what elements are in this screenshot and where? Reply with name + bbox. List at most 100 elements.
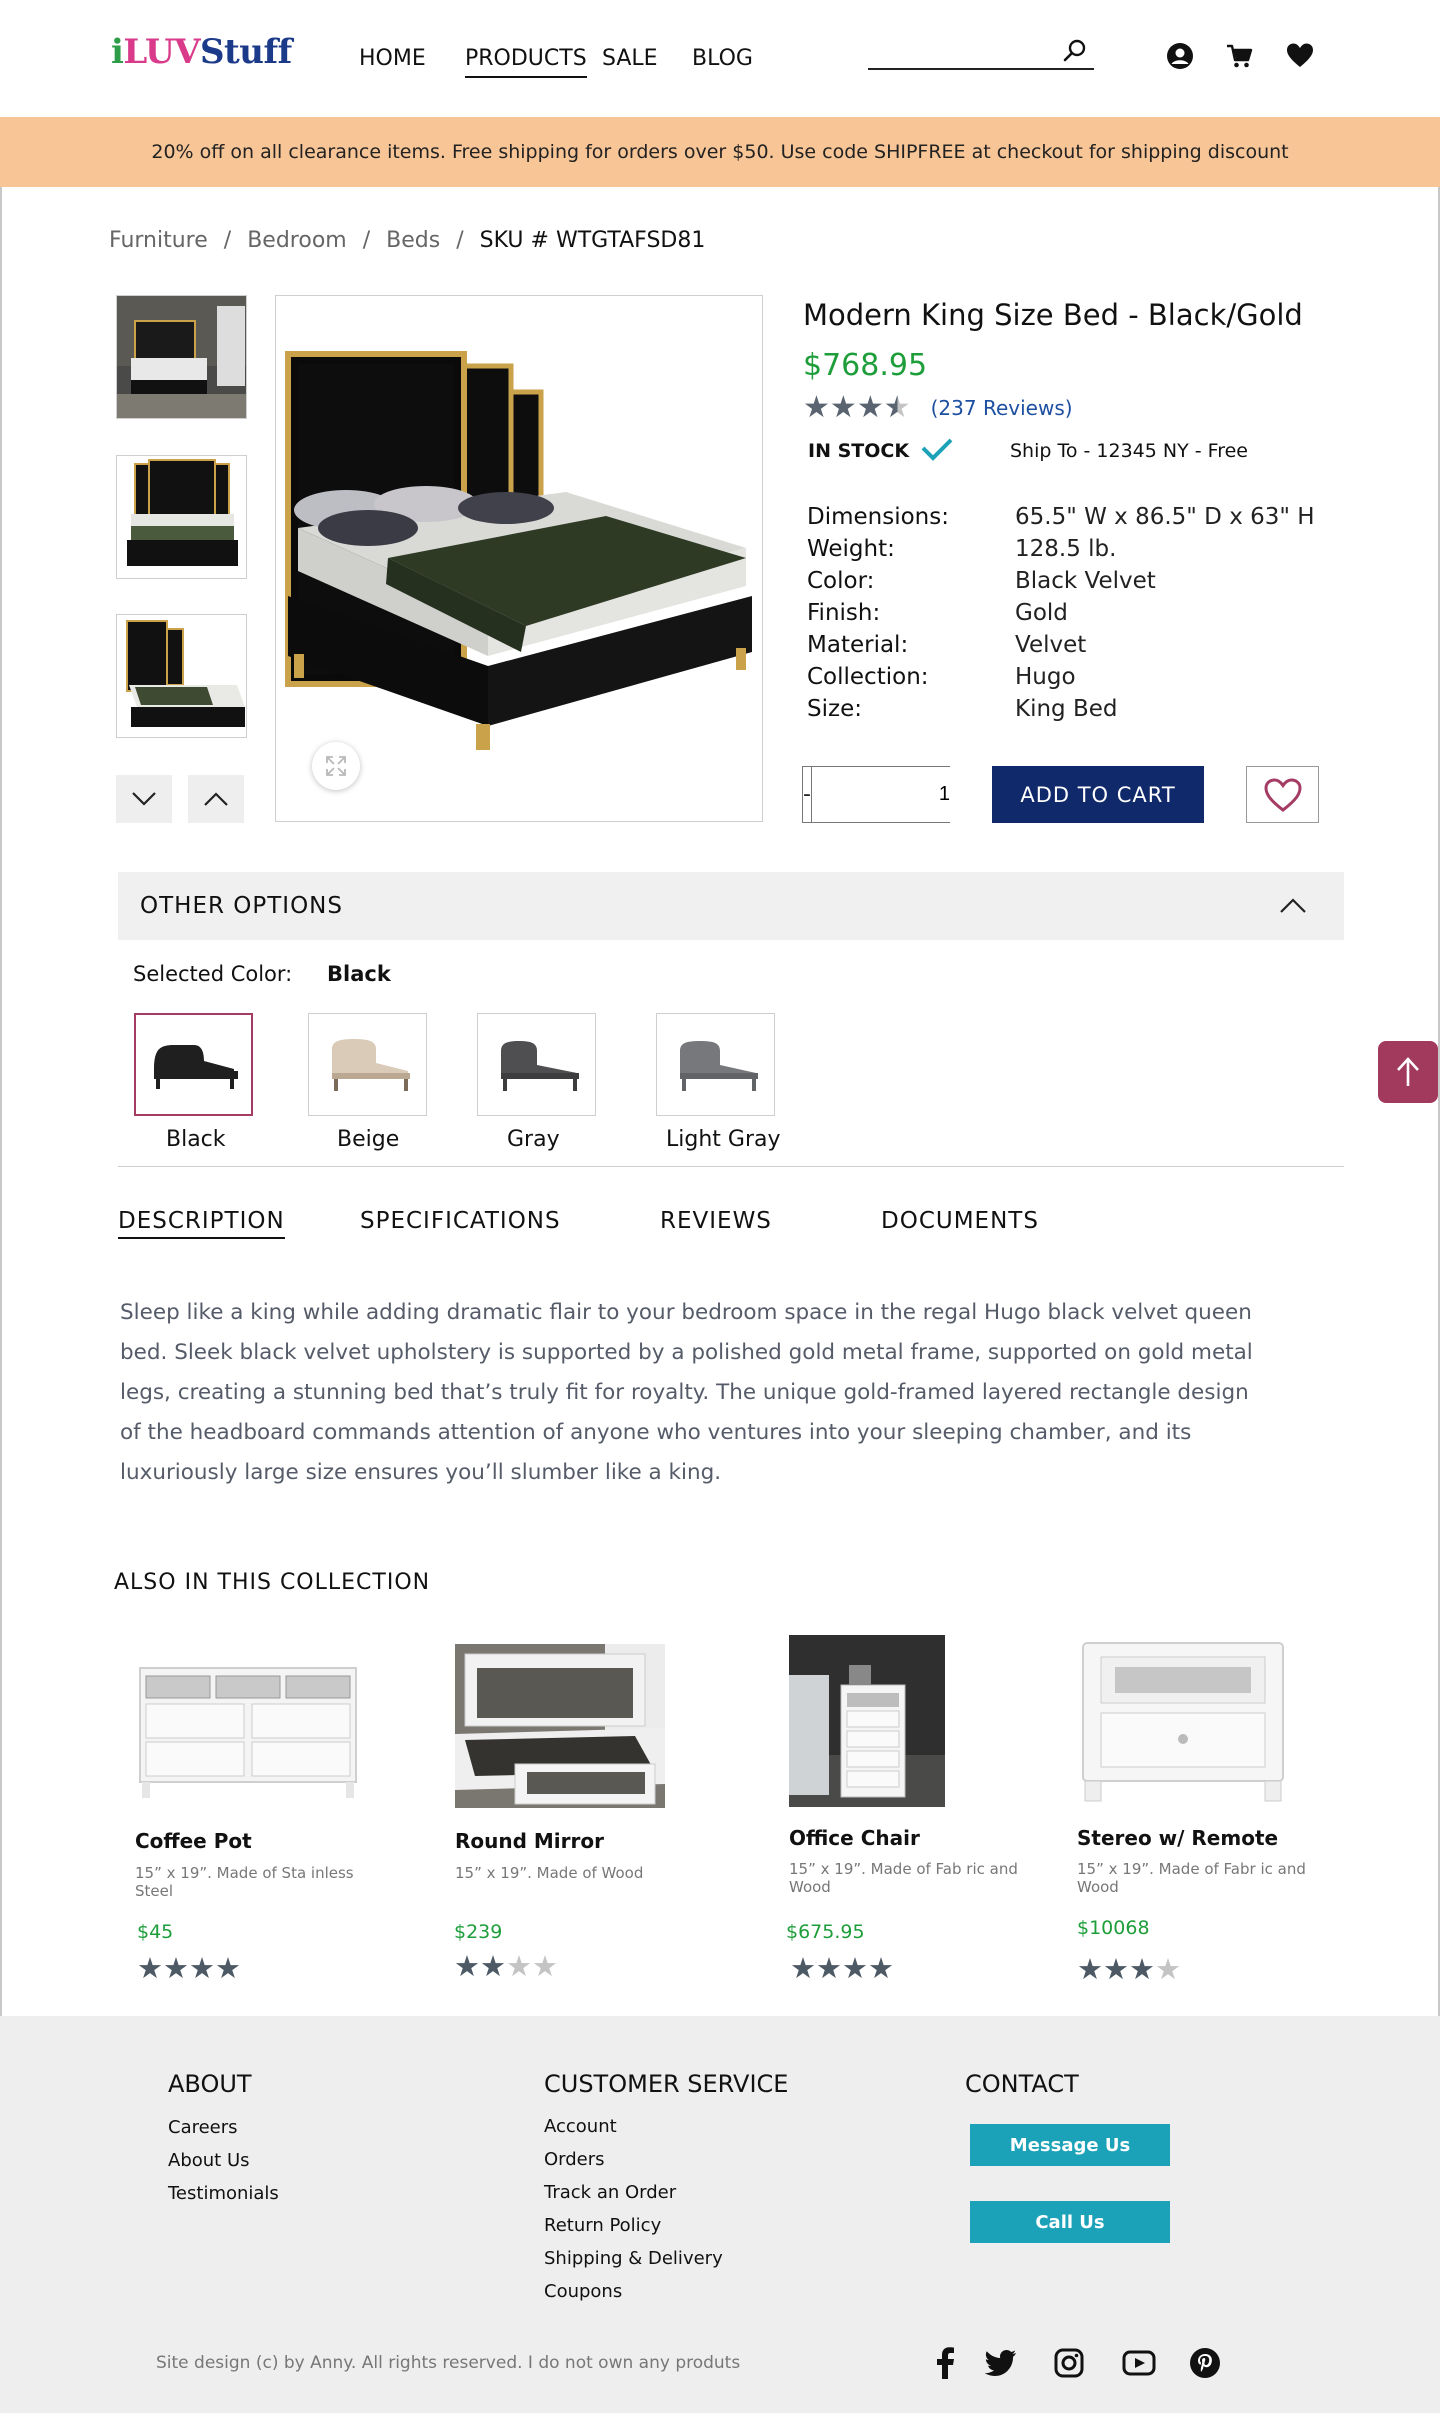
breadcrumb: Furniture / Bedroom / Beds / SKU # WTGTAFSD81 bbox=[109, 228, 705, 253]
tab-specifications[interactable]: SPECIFICATIONS bbox=[360, 1208, 561, 1234]
search-icon[interactable] bbox=[1062, 38, 1088, 64]
bed-room-scene-image bbox=[117, 296, 246, 418]
bed-light-gray-thumbnail bbox=[679, 1040, 758, 1091]
other-options-title: OTHER OPTIONS bbox=[140, 893, 343, 919]
breadcrumb-sku: SKU # WTGTAFSD81 bbox=[479, 228, 706, 253]
account-icon[interactable] bbox=[1166, 42, 1194, 70]
breadcrumb-bedroom[interactable]: Bedroom bbox=[247, 228, 347, 253]
thumbnail-1[interactable] bbox=[116, 295, 247, 419]
collection-item-name[interactable]: Coffee Pot bbox=[135, 1829, 252, 1853]
footer-link-coupons[interactable]: Coupons bbox=[544, 2281, 622, 2302]
logo-part-luv: LUV bbox=[123, 32, 200, 72]
spec-label-weight: Weight: bbox=[807, 536, 895, 562]
nav-sale[interactable]: SALE bbox=[602, 46, 658, 71]
twitter-icon[interactable] bbox=[983, 2345, 1019, 2381]
coffee-pot-image[interactable] bbox=[132, 1640, 364, 1810]
footer-link-orders[interactable]: Orders bbox=[544, 2149, 605, 2170]
footer-link-careers[interactable]: Careers bbox=[168, 2117, 238, 2138]
quantity-decrease-button[interactable]: - bbox=[803, 767, 812, 822]
star-empty-icon: ★ bbox=[506, 1949, 532, 1983]
star-icon: ★ bbox=[189, 1951, 215, 1985]
bed-gray-thumbnail bbox=[500, 1040, 579, 1091]
breadcrumb-beds[interactable]: Beds bbox=[386, 228, 440, 253]
facebook-icon[interactable] bbox=[927, 2345, 963, 2381]
nav-home[interactable]: HOME bbox=[359, 46, 426, 71]
color-swatch-gray[interactable] bbox=[477, 1013, 596, 1116]
footer-link-about-us[interactable]: About Us bbox=[168, 2150, 250, 2171]
scroll-to-top-button[interactable] bbox=[1378, 1041, 1438, 1103]
star-icon: ★ bbox=[480, 1949, 506, 1983]
star-icon: ★ bbox=[803, 390, 830, 425]
message-us-button[interactable]: Message Us bbox=[970, 2124, 1170, 2166]
spec-label-collection: Collection: bbox=[807, 664, 929, 690]
collection-item-rating: ★ ★ ★ ★ bbox=[137, 1954, 241, 1983]
footer-link-testimonials[interactable]: Testimonials bbox=[168, 2183, 279, 2204]
ship-to-info[interactable]: Ship To - 12345 NY - Free bbox=[1010, 440, 1248, 462]
site-logo[interactable]: iLUVStuff bbox=[111, 32, 292, 72]
thumbnail-scroll-down-button[interactable] bbox=[116, 775, 172, 823]
collection-item-rating: ★ ★ ★ ★ bbox=[454, 1952, 558, 1981]
office-chair-image[interactable] bbox=[789, 1635, 945, 1807]
color-swatch-light-gray[interactable] bbox=[656, 1013, 775, 1116]
swatch-label-black: Black bbox=[166, 1127, 226, 1152]
star-icon: ★ bbox=[163, 1951, 189, 1985]
logo-part-stuff: Stuff bbox=[200, 32, 292, 72]
other-options-accordion[interactable]: OTHER OPTIONS bbox=[118, 872, 1344, 940]
collection-item-name[interactable]: Stereo w/ Remote bbox=[1077, 1826, 1278, 1850]
copyright-text: Site design (c) by Anny. All rights rese… bbox=[156, 2353, 741, 2373]
add-to-cart-button[interactable]: ADD TO CART bbox=[992, 766, 1204, 823]
thumbnail-3[interactable] bbox=[116, 614, 247, 738]
star-icon: ★ bbox=[829, 390, 857, 425]
star-icon: ★ bbox=[816, 1951, 842, 1985]
breadcrumb-furniture[interactable]: Furniture bbox=[109, 228, 208, 253]
half-star-icon: ★ bbox=[883, 390, 911, 425]
search-input[interactable] bbox=[868, 36, 1058, 66]
tab-reviews[interactable]: REVIEWS bbox=[660, 1208, 772, 1234]
instagram-icon[interactable] bbox=[1051, 2345, 1087, 2381]
footer-link-return-policy[interactable]: Return Policy bbox=[544, 2215, 661, 2236]
white-bed-room-image bbox=[455, 1644, 665, 1808]
nav-products[interactable]: PRODUCTS bbox=[465, 46, 587, 78]
heart-outline-icon bbox=[1263, 777, 1302, 812]
tab-documents[interactable]: DOCUMENTS bbox=[881, 1208, 1039, 1234]
round-mirror-image[interactable] bbox=[455, 1644, 665, 1808]
star-empty-icon: ★ bbox=[532, 1949, 558, 1983]
youtube-icon[interactable] bbox=[1121, 2345, 1157, 2381]
collection-item-name[interactable]: Round Mirror bbox=[455, 1829, 604, 1853]
footer-link-shipping[interactable]: Shipping & Delivery bbox=[544, 2248, 723, 2269]
chevron-up-icon bbox=[204, 792, 228, 806]
nav-blog[interactable]: BLOG bbox=[692, 46, 753, 71]
zoom-expand-button[interactable] bbox=[312, 742, 360, 790]
collection-title: ALSO IN THIS COLLECTION bbox=[114, 1570, 431, 1595]
reviews-link[interactable]: (237 Reviews) bbox=[931, 396, 1073, 420]
thumbnail-2[interactable] bbox=[116, 455, 247, 579]
chevron-up-icon bbox=[1280, 898, 1306, 913]
wishlist-heart-icon[interactable] bbox=[1286, 42, 1314, 70]
star-icon: ★ bbox=[1103, 1952, 1129, 1986]
call-us-button[interactable]: Call Us bbox=[970, 2201, 1170, 2243]
breadcrumb-separator: / bbox=[223, 228, 232, 253]
breadcrumb-separator: / bbox=[362, 228, 371, 253]
tab-description[interactable]: DESCRIPTION bbox=[118, 1208, 285, 1239]
thumbnail-scroll-up-button[interactable] bbox=[188, 775, 244, 823]
footer-link-account[interactable]: Account bbox=[544, 2116, 617, 2137]
spec-value-material: Velvet bbox=[1015, 632, 1087, 658]
swatch-label-light-gray: Light Gray bbox=[666, 1127, 781, 1152]
footer-link-track-order[interactable]: Track an Order bbox=[544, 2182, 676, 2203]
add-to-wishlist-button[interactable] bbox=[1246, 766, 1319, 823]
site-header: iLUVStuff HOME PRODUCTS SALE BLOG bbox=[0, 0, 1440, 117]
main-product-image[interactable] bbox=[275, 295, 763, 822]
color-swatch-black[interactable] bbox=[134, 1013, 253, 1116]
collection-item-rating: ★ ★ ★ ★ bbox=[1077, 1955, 1181, 1984]
collection-item-price: $45 bbox=[137, 1921, 174, 1943]
spec-value-dimensions: 65.5" W x 86.5" D x 63" H bbox=[1015, 504, 1315, 530]
spec-label-dimensions: Dimensions: bbox=[807, 504, 949, 530]
color-swatch-beige[interactable] bbox=[308, 1013, 427, 1116]
pinterest-icon[interactable] bbox=[1187, 2345, 1223, 2381]
swatch-label-beige: Beige bbox=[337, 1127, 400, 1152]
cart-icon[interactable] bbox=[1225, 42, 1253, 70]
collection-item-name[interactable]: Office Chair bbox=[789, 1826, 920, 1850]
bed-beige-thumbnail bbox=[331, 1038, 410, 1091]
black-gold-bed-image bbox=[276, 296, 762, 821]
stereo-image[interactable] bbox=[1075, 1637, 1291, 1807]
